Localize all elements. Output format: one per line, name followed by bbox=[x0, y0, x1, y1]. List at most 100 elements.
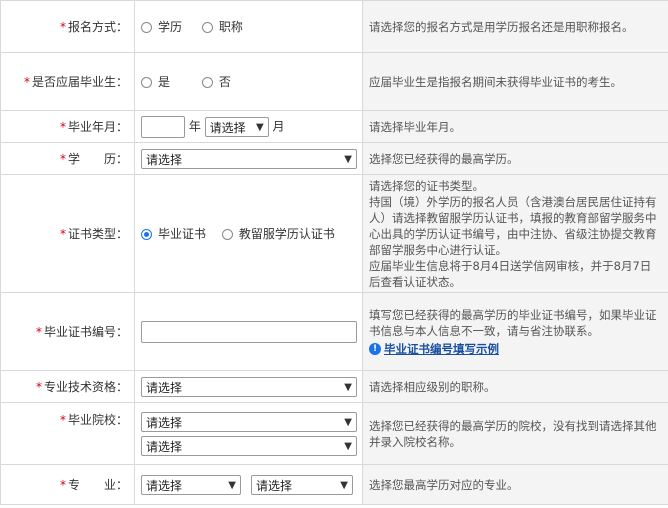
apply-method-label: 报名方式： bbox=[67, 20, 128, 34]
cert-type-label-cell: * 证书类型： bbox=[0, 174, 135, 293]
cert-type-tip: 请选择您的证书类型。 持国（境）外学历的报名人员（含港澳台居民居住证持有人）请选… bbox=[362, 174, 668, 293]
cert-type-option-diploma[interactable]: 毕业证书 bbox=[141, 225, 206, 242]
radio-icon[interactable] bbox=[201, 77, 213, 88]
chevron-down-icon: ▼ bbox=[344, 440, 352, 452]
school-control: 请选择 ▼ 请选择 ▼ bbox=[134, 402, 363, 465]
major-label-cell: * 专 业： bbox=[0, 464, 135, 505]
radio-icon[interactable] bbox=[141, 77, 152, 88]
major-tip: 选择您最高学历对应的专业。 bbox=[362, 464, 668, 505]
radio-selected-icon[interactable] bbox=[141, 229, 152, 240]
cert-type-tip-line: 请选择您的证书类型。 bbox=[369, 178, 484, 193]
cert-no-example-link[interactable]: 毕业证书编号填写示例 bbox=[384, 342, 499, 356]
education-select-value: 请选择 bbox=[146, 152, 183, 167]
apply-method-tip: 请选择您的报名方式是用学历报名还是用职称报名。 bbox=[362, 0, 668, 53]
grad-date-tip: 请选择毕业年月。 bbox=[362, 110, 668, 143]
grad-year-input[interactable] bbox=[141, 115, 185, 138]
cert-no-tip: 填写您已经获得的最高学历的毕业证书编号，如果毕业证书信息与本人信息不一致，请与省… bbox=[362, 292, 668, 371]
info-icon: ! bbox=[369, 343, 381, 355]
grad-month-unit: 月 bbox=[272, 119, 285, 133]
row-cert-no: * 毕业证书编号： 填写您已经获得的最高学历的毕业证书编号，如果毕业证书信息与本人… bbox=[0, 292, 668, 371]
row-education: * 学 历： 请选择 ▼ 选择您已经获得的最高学历。 bbox=[0, 142, 668, 175]
education-label: 学 历： bbox=[67, 152, 128, 166]
row-title: * 专业技术资格： 请选择 ▼ 请选择相应级别的职称。 bbox=[0, 370, 668, 403]
apply-method-option-title[interactable]: 职称 bbox=[201, 18, 243, 35]
grad-month-select-value: 请选择 bbox=[209, 120, 246, 135]
grad-date-control: 年 请选择 ▼ 月 bbox=[134, 110, 363, 143]
chevron-down-icon: ▼ bbox=[344, 153, 352, 165]
school-select-name[interactable]: 请选择 ▼ bbox=[141, 435, 357, 456]
row-apply-method: * 报名方式： 学历 职称 请选择您的报名方式是用学历报名还是用职称报名。 bbox=[0, 0, 668, 53]
title-tip: 请选择相应级别的职称。 bbox=[362, 370, 668, 403]
fresh-grad-label-cell: * 是否应届毕业生： bbox=[0, 52, 135, 111]
school-select-province[interactable]: 请选择 ▼ bbox=[141, 411, 357, 432]
fresh-grad-option-no[interactable]: 否 bbox=[201, 73, 231, 90]
education-select[interactable]: 请选择 ▼ bbox=[141, 148, 357, 169]
row-major: * 专 业： 请选择 ▼ 请选择 ▼ 选择您最高学历对应的专业。 bbox=[0, 464, 668, 505]
grad-date-label-cell: * 毕业年月： bbox=[0, 110, 135, 143]
radio-icon[interactable] bbox=[141, 22, 152, 33]
title-select-value: 请选择 bbox=[146, 380, 183, 395]
education-control: 请选择 ▼ bbox=[134, 142, 363, 175]
registration-form-table: * 报名方式： 学历 职称 请选择您的报名方式是用学历报名还是用职称报名。 * 是否… bbox=[0, 0, 668, 505]
cert-type-control: 毕业证书 教留服学历认证书 bbox=[134, 174, 363, 293]
school-select-value: 请选择 bbox=[146, 415, 183, 430]
fresh-grad-option-yes[interactable]: 是 bbox=[141, 73, 170, 90]
cert-type-option-overseas[interactable]: 教留服学历认证书 bbox=[221, 225, 335, 242]
cert-no-tip-text: 填写您已经获得的最高学历的毕业证书编号，如果毕业证书信息与本人信息不一致，请与省… bbox=[369, 307, 657, 338]
title-label: 专业技术资格： bbox=[43, 380, 128, 394]
cert-type-option-label: 毕业证书 bbox=[158, 227, 207, 241]
cert-type-tip-line: 持国（境）外学历的报名人员（含港澳台居民居住证持有人）请选择教留服学历认证书，填… bbox=[369, 194, 657, 257]
radio-icon[interactable] bbox=[201, 22, 213, 33]
education-tip: 选择您已经获得的最高学历。 bbox=[362, 142, 668, 175]
apply-method-label-cell: * 报名方式： bbox=[0, 0, 135, 53]
major-label: 专 业： bbox=[67, 478, 128, 492]
school-label: 毕业院校： bbox=[67, 413, 128, 427]
chevron-down-icon: ▼ bbox=[344, 381, 352, 393]
school-label-cell: * 毕业院校： bbox=[0, 402, 135, 465]
required-mark: * bbox=[59, 413, 66, 427]
cert-type-option-label: 教留服学历认证书 bbox=[238, 227, 335, 241]
education-label-cell: * 学 历： bbox=[0, 142, 135, 175]
required-mark: * bbox=[59, 152, 66, 166]
fresh-grad-tip: 应届毕业生是指报名期间未获得毕业证书的考生。 bbox=[362, 52, 668, 111]
required-mark: * bbox=[35, 325, 42, 339]
apply-method-option-label: 学历 bbox=[158, 20, 183, 34]
cert-no-label: 毕业证书编号： bbox=[43, 325, 128, 339]
fresh-grad-option-label: 否 bbox=[218, 75, 231, 89]
fresh-grad-control: 是 否 bbox=[134, 52, 363, 111]
title-label-cell: * 专业技术资格： bbox=[0, 370, 135, 403]
cert-no-label-cell: * 毕业证书编号： bbox=[0, 292, 135, 371]
row-cert-type: * 证书类型： 毕业证书 教留服学历认证书 请选择您的证书类型。 持国（境）外学历… bbox=[0, 174, 668, 293]
grad-month-select[interactable]: 请选择 ▼ bbox=[204, 116, 269, 137]
chevron-down-icon: ▼ bbox=[344, 416, 352, 428]
school-tip: 选择您已经获得的最高学历的院校，没有找到请选择其他并录入院校名称。 bbox=[362, 402, 668, 465]
cert-type-tip-line: 应届毕业生信息将于8月4日送学信网审核，并于8月7日后查看认证状态。 bbox=[369, 258, 652, 289]
fresh-grad-label: 是否应届毕业生： bbox=[31, 75, 128, 89]
chevron-down-icon: ▼ bbox=[340, 479, 348, 491]
required-mark: * bbox=[59, 20, 66, 34]
apply-method-control: 学历 职称 bbox=[134, 0, 363, 53]
apply-method-option-education[interactable]: 学历 bbox=[141, 18, 182, 35]
row-school: * 毕业院校： 请选择 ▼ 请选择 ▼ 选择您已经获得的最高学历的院校，没有找到请选择… bbox=[0, 402, 668, 465]
grad-year-unit: 年 bbox=[188, 119, 201, 133]
cert-no-control bbox=[134, 292, 363, 371]
required-mark: * bbox=[59, 478, 66, 492]
major-select-name[interactable]: 请选择 ▼ bbox=[251, 474, 353, 495]
apply-method-option-label: 职称 bbox=[218, 20, 243, 34]
required-mark: * bbox=[23, 75, 30, 89]
cert-type-label: 证书类型： bbox=[67, 227, 128, 241]
chevron-down-icon: ▼ bbox=[255, 121, 264, 133]
fresh-grad-option-label: 是 bbox=[158, 75, 171, 89]
major-select-value: 请选择 bbox=[146, 478, 183, 493]
school-select-value: 请选择 bbox=[146, 439, 183, 454]
row-grad-date: * 毕业年月： 年 请选择 ▼ 月 请选择毕业年月。 bbox=[0, 110, 668, 143]
radio-icon[interactable] bbox=[221, 229, 233, 240]
chevron-down-icon: ▼ bbox=[228, 479, 236, 491]
major-select-value: 请选择 bbox=[256, 478, 293, 493]
required-mark: * bbox=[59, 120, 66, 134]
major-control: 请选择 ▼ 请选择 ▼ bbox=[134, 464, 363, 505]
title-select[interactable]: 请选择 ▼ bbox=[141, 376, 357, 397]
major-select-category[interactable]: 请选择 ▼ bbox=[141, 474, 241, 495]
cert-no-input[interactable] bbox=[141, 320, 357, 343]
grad-date-label: 毕业年月： bbox=[67, 120, 128, 134]
